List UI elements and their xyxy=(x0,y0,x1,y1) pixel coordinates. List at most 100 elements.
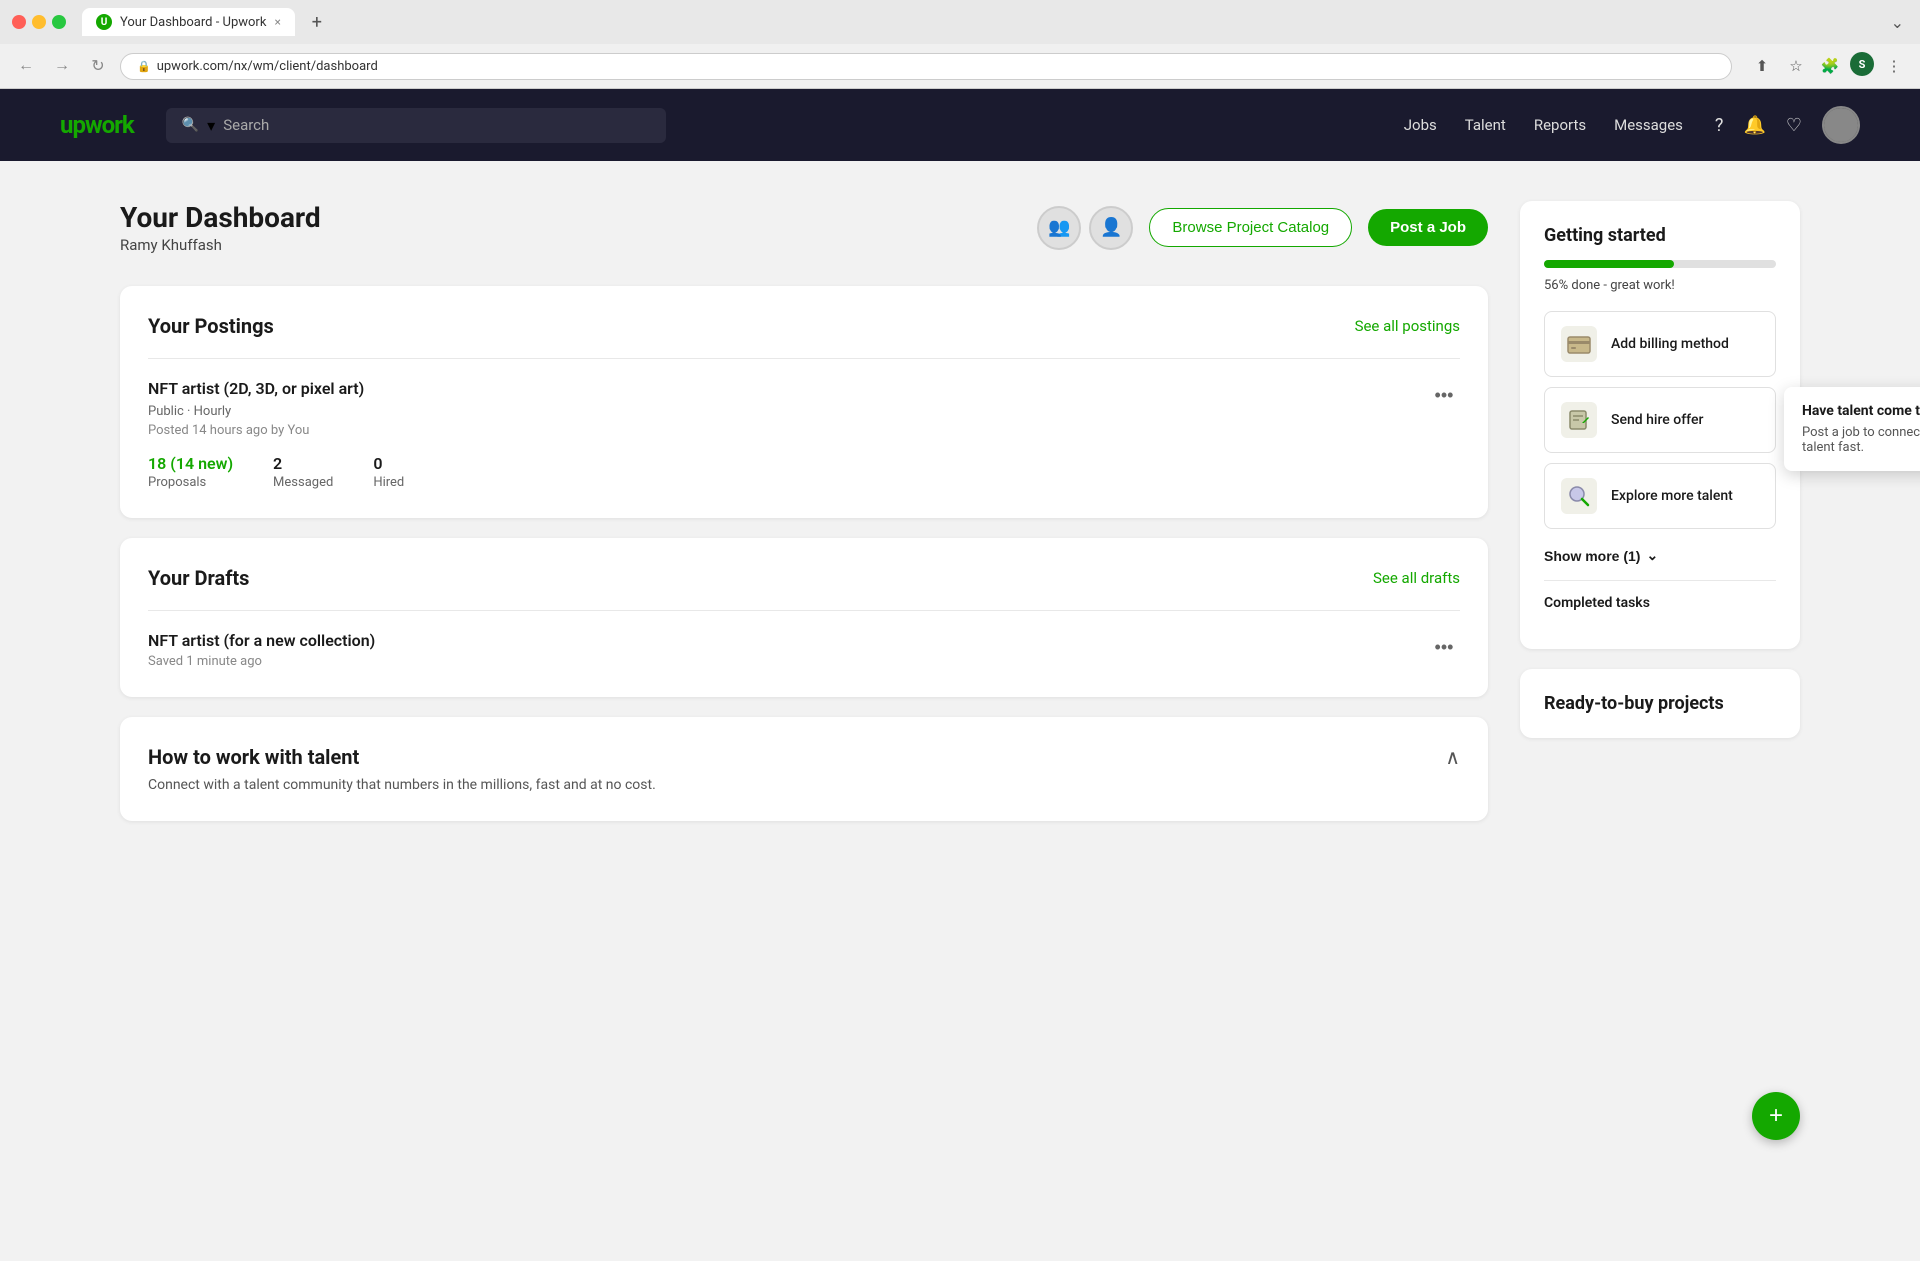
user-name: Ramy Khuffash xyxy=(120,236,321,254)
gs-billing-label: Add billing method xyxy=(1611,336,1729,352)
gs-hire-offer-wrapper: Send hire offer Have talent come to you … xyxy=(1544,387,1776,453)
draft-more-button[interactable]: ••• xyxy=(1428,631,1460,663)
getting-started-title: Getting started xyxy=(1544,225,1776,246)
browser-nav: ← → ↻ 🔒 upwork.com/nx/wm/client/dashboar… xyxy=(0,44,1920,88)
tooltip-box: Have talent come to you Post a job to co… xyxy=(1784,387,1920,471)
dashboard-title-block: Your Dashboard Ramy Khuffash xyxy=(120,201,321,254)
postings-card: Your Postings See all postings NFT artis… xyxy=(120,286,1488,518)
tab-title: Your Dashboard - Upwork xyxy=(120,15,266,30)
post-job-button[interactable]: Post a Job xyxy=(1368,209,1488,246)
maximize-window-button[interactable] xyxy=(52,15,66,29)
app-header: upwork 🔍 ▾ Search Jobs Talent Reports Me… xyxy=(0,89,1920,161)
security-lock-icon: 🔒 xyxy=(137,60,151,73)
browser-titlebar: U Your Dashboard - Upwork × + ⌄ xyxy=(0,0,1920,44)
search-input-placeholder: Search xyxy=(223,116,269,134)
nav-link-messages[interactable]: Messages xyxy=(1614,116,1683,134)
tab-favicon: U xyxy=(96,14,112,30)
page-title: Your Dashboard xyxy=(120,201,321,234)
draft-title: NFT artist (for a new collection) xyxy=(148,631,375,650)
see-all-drafts-link[interactable]: See all drafts xyxy=(1373,569,1460,587)
browser-tab[interactable]: U Your Dashboard - Upwork × xyxy=(82,8,295,36)
gs-item-explore-talent[interactable]: Explore more talent xyxy=(1544,463,1776,529)
address-bar[interactable]: 🔒 upwork.com/nx/wm/client/dashboard xyxy=(120,53,1732,80)
refresh-button[interactable]: ↻ xyxy=(84,52,112,80)
posting-item-header: NFT artist (2D, 3D, or pixel art) Public… xyxy=(148,379,1460,438)
browser-chrome: U Your Dashboard - Upwork × + ⌄ ← → ↻ 🔒 … xyxy=(0,0,1920,89)
search-bar[interactable]: 🔍 ▾ Search xyxy=(166,108,666,143)
profile-icon-button[interactable]: 👤 xyxy=(1089,206,1133,250)
nav-link-reports[interactable]: Reports xyxy=(1534,116,1586,134)
drafts-card-header: Your Drafts See all drafts xyxy=(148,566,1460,590)
fab-button[interactable]: + xyxy=(1752,1092,1800,1140)
posting-details: NFT artist (2D, 3D, or pixel art) Public… xyxy=(148,379,364,438)
hired-stat: 0 Hired xyxy=(373,454,404,490)
getting-started-card: Getting started 56% done - great work! A… xyxy=(1520,201,1800,649)
progress-text: 56% done - great work! xyxy=(1544,278,1776,293)
howto-chevron-icon[interactable]: ∧ xyxy=(1445,745,1460,769)
help-icon[interactable]: ? xyxy=(1715,115,1724,136)
left-column: Your Dashboard Ramy Khuffash 👥 👤 Browse … xyxy=(120,201,1488,1221)
browser-actions: ⬆ ☆ 🧩 S ⋮ xyxy=(1748,52,1908,80)
progress-bar-fill xyxy=(1544,260,1674,268)
proposals-stat: 18 (14 new) Proposals xyxy=(148,454,233,490)
progress-bar-container xyxy=(1544,260,1776,268)
show-more-chevron-icon: ⌄ xyxy=(1646,547,1658,564)
nav-link-jobs[interactable]: Jobs xyxy=(1404,116,1437,134)
team-icon-button[interactable]: 👥 xyxy=(1037,206,1081,250)
posting-more-button[interactable]: ••• xyxy=(1428,379,1460,411)
forward-button[interactable]: → xyxy=(48,52,76,80)
messaged-value: 2 xyxy=(273,454,333,473)
browser-profile-button[interactable]: S xyxy=(1850,52,1874,76)
hired-label: Hired xyxy=(373,475,404,490)
howto-description: Connect with a talent community that num… xyxy=(148,777,1460,793)
see-all-postings-link[interactable]: See all postings xyxy=(1355,317,1460,335)
gs-explore-talent-label: Explore more talent xyxy=(1611,488,1733,504)
user-avatar[interactable] xyxy=(1822,106,1860,144)
share-button[interactable]: ⬆ xyxy=(1748,52,1776,80)
tooltip-title: Have talent come to you xyxy=(1802,403,1920,419)
drafts-title: Your Drafts xyxy=(148,566,249,590)
new-tab-button[interactable]: + xyxy=(303,8,331,36)
right-column: Getting started 56% done - great work! A… xyxy=(1520,201,1800,1221)
main-content: Your Dashboard Ramy Khuffash 👥 👤 Browse … xyxy=(0,161,1920,1261)
postings-title: Your Postings xyxy=(148,314,274,338)
posting-visibility: Public · Hourly xyxy=(148,404,364,419)
howto-card-header: How to work with talent ∧ xyxy=(148,745,1460,769)
favorites-icon[interactable]: ♡ xyxy=(1786,115,1802,136)
explore-talent-icon xyxy=(1561,478,1597,514)
drafts-card: Your Drafts See all drafts NFT artist (f… xyxy=(120,538,1488,697)
draft-saved: Saved 1 minute ago xyxy=(148,654,375,669)
close-window-button[interactable] xyxy=(12,15,26,29)
search-dropdown-arrow[interactable]: ▾ xyxy=(207,116,215,135)
gs-item-billing[interactable]: Add billing method xyxy=(1544,311,1776,377)
posting-date: Posted 14 hours ago by You xyxy=(148,423,364,438)
dashboard-header: Your Dashboard Ramy Khuffash 👥 👤 Browse … xyxy=(120,201,1488,254)
tab-close-button[interactable]: × xyxy=(274,15,280,29)
posting-title: NFT artist (2D, 3D, or pixel art) xyxy=(148,379,364,398)
gs-item-hire-offer[interactable]: Send hire offer xyxy=(1544,387,1776,453)
extensions-button[interactable]: 🧩 xyxy=(1816,52,1844,80)
back-button[interactable]: ← xyxy=(12,52,40,80)
browser-menu-button[interactable]: ⋮ xyxy=(1880,52,1908,80)
bookmark-button[interactable]: ☆ xyxy=(1782,52,1810,80)
nav-icons: ? 🔔 ♡ xyxy=(1715,106,1860,144)
nav-link-talent[interactable]: Talent xyxy=(1465,116,1506,134)
draft-details: NFT artist (for a new collection) Saved … xyxy=(148,631,375,669)
hire-offer-icon xyxy=(1561,402,1597,438)
show-more-label: Show more (1) xyxy=(1544,548,1640,564)
notifications-icon[interactable]: 🔔 xyxy=(1743,115,1765,136)
billing-icon xyxy=(1561,326,1597,362)
browse-catalog-button[interactable]: Browse Project Catalog xyxy=(1149,208,1352,247)
proposals-label: Proposals xyxy=(148,475,233,490)
show-more-button[interactable]: Show more (1) ⌄ xyxy=(1544,539,1776,572)
tooltip-text: Post a job to connect with the right tal… xyxy=(1802,425,1920,455)
search-icon: 🔍 xyxy=(182,117,199,133)
dashboard-actions: 👥 👤 Browse Project Catalog Post a Job xyxy=(1037,206,1488,250)
upwork-logo: upwork xyxy=(60,111,134,139)
browser-extend-button[interactable]: ⌄ xyxy=(1887,9,1908,36)
minimize-window-button[interactable] xyxy=(32,15,46,29)
nav-links: Jobs Talent Reports Messages xyxy=(1404,116,1683,134)
completed-tasks[interactable]: Completed tasks xyxy=(1544,580,1776,625)
address-url: upwork.com/nx/wm/client/dashboard xyxy=(157,59,378,74)
proposals-value: 18 (14 new) xyxy=(148,454,233,473)
